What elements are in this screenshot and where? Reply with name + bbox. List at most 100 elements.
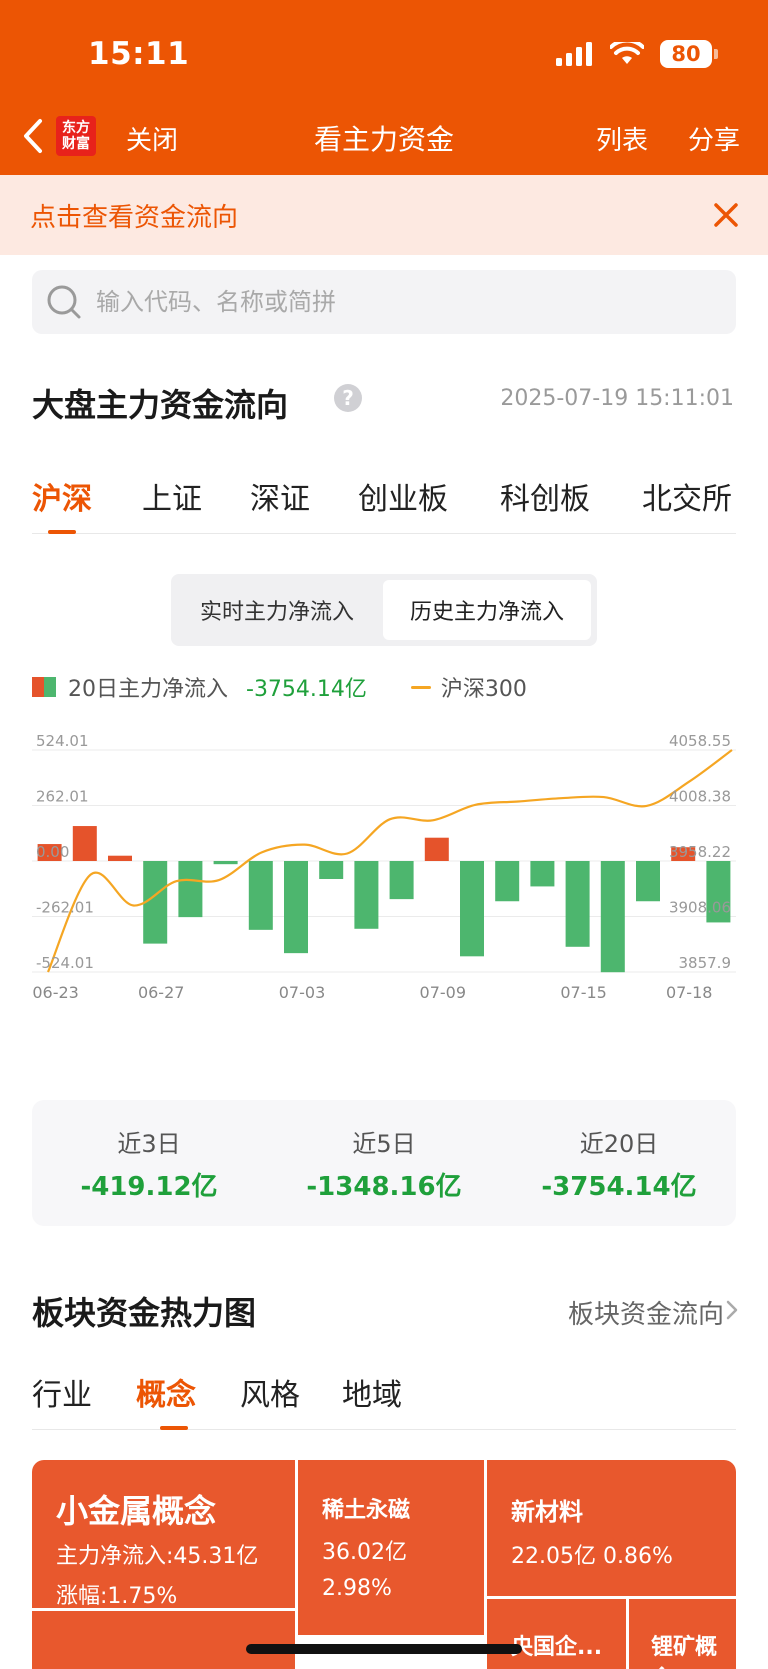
tab-hushen[interactable]: 沪深 [32,474,92,518]
chart-legend: 20日主力净流入 -3754.14亿 沪深300 [32,672,527,702]
flow-bar [284,861,308,954]
cell-name: 小金属概念 [56,1492,217,1530]
search-input[interactable] [96,270,716,334]
stat-3d: 近3日 -419.12亿 [32,1100,266,1226]
x-tick-label: 07-15 [560,983,607,1002]
stat-value: -1348.16亿 [306,1172,462,1202]
active-tab-indicator [48,530,76,534]
x-tick-label: 07-18 [666,983,713,1002]
legend-flow-label: 20日主力净流入 [68,677,228,702]
app-logo: 东方 财富 [56,116,96,156]
flow-bar [565,861,590,947]
tab-shangzheng[interactable]: 上证 [142,474,202,518]
flow-bar [178,861,203,918]
wifi-icon [610,42,644,64]
stat-label: 近20日 [579,1130,659,1158]
y-right-tick-label: 3908.06 [669,899,731,917]
close-icon[interactable] [714,203,738,227]
y-left-tick-label: 524.01 [36,732,89,750]
battery-indicator: 80 [660,40,718,68]
flow-bar [319,861,344,880]
share-button[interactable]: 分享 [688,120,740,157]
flow-bar [424,837,449,861]
flow-bar [108,855,132,861]
tab-shenzheng[interactable]: 深证 [250,474,310,518]
stat-value: -419.12亿 [80,1172,218,1202]
flow-bar [636,861,660,902]
close-link[interactable]: 关闭 [126,120,178,157]
flow-bar [213,861,238,865]
list-button[interactable]: 列表 [596,120,648,157]
y-left-tick-label: -524.01 [36,954,94,972]
flow-bar [354,861,379,929]
flow-chart[interactable]: 524.01 262.01 0.00 -262.01 -524.01 4058.55 400… [0,720,768,1070]
tab-kechuangban[interactable]: 科创板 [500,474,590,518]
index-line-swatch-icon [410,685,431,689]
flow-bar [389,861,414,900]
signal-icon [556,42,592,66]
banner-text[interactable]: 点击查看资金流向 [30,197,238,234]
sector-tabs: 行业 概念 风格 地域 [32,1370,736,1430]
help-icon[interactable]: ? [334,384,362,412]
heatmap-cell-lithium[interactable]: 锂矿概念 [629,1599,736,1669]
cell-name: 新材料 [511,1498,583,1526]
app-header: 15:11 80 东方 财富 关闭 看主力资金 列表 分享 [0,0,768,175]
notice-banner[interactable]: 点击查看资金流向 [0,175,768,255]
y-right-tick-label: 3958.22 [669,843,731,861]
page-title: 看主力资金 [313,123,454,156]
flow-bar [460,861,484,957]
x-tick-label: 07-03 [279,983,326,1002]
chevron-right-icon[interactable] [726,1300,738,1320]
y-right-tick-label: 4058.55 [669,732,731,750]
cell-name: 稀土永磁 [322,1498,411,1523]
y-right-tick-label: 3857.9 [679,954,732,972]
y-left-tick-label: 262.01 [36,788,89,806]
flow-chart-svg: 524.01 262.01 0.00 -262.01 -524.01 4058.55 400… [32,732,736,1002]
realtime-flow-button[interactable]: 实时主力净流入 [177,580,377,640]
cell-flow-change: 22.05亿 0.86% [511,1544,673,1569]
tab-chuangyeban[interactable]: 创业板 [358,474,448,518]
flow-bar [530,861,555,887]
cell-change: 2.98% [322,1576,392,1601]
tab-region[interactable]: 地域 [342,1370,402,1414]
home-indicator[interactable] [246,1644,522,1654]
heatmap-cell-small-metals[interactable]: 小金属概念 主力净流入:45.31亿 涨幅:1.75% [32,1460,295,1609]
flow-swatch-icon [32,677,56,697]
heatmap-cell-new-materials[interactable]: 新材料 22.05亿 0.86% [487,1460,736,1596]
cell-name: 锂矿概念 [651,1635,718,1669]
tab-concept[interactable]: 概念 [136,1370,196,1414]
status-time: 15:11 [88,36,190,72]
heatmap-cell-rare-earth[interactable]: 稀土永磁 36.02亿 2.98% [298,1460,484,1635]
sector-heatmap-title: 板块资金热力图 [32,1294,257,1332]
back-arrow-icon[interactable] [22,118,44,154]
y-left-tick-label: 0.00 [36,843,69,861]
x-tick-label: 06-27 [138,983,185,1002]
heatmap-cell[interactable] [32,1611,295,1669]
stat-20d: 近20日 -3754.14亿 [502,1100,736,1226]
stat-5d: 近5日 -1348.16亿 [267,1100,501,1226]
tab-style[interactable]: 风格 [240,1370,300,1414]
cell-flow: 36.02亿 [322,1540,407,1565]
y-left-tick-label: -262.01 [36,899,94,917]
stat-label: 近3日 [117,1130,181,1158]
nav-bar: 东方 财富 关闭 看主力资金 列表 分享 [0,112,768,162]
stat-value: -3754.14亿 [541,1172,697,1202]
market-flow-title: 大盘主力资金流向 [32,386,289,424]
flow-mode-toggle: 实时主力净流入 历史主力净流入 [171,574,597,646]
legend-index-label: 沪深300 [440,677,527,702]
tab-beijiaosuo[interactable]: 北交所 [642,474,732,518]
history-flow-button[interactable]: 历史主力净流入 [383,580,591,640]
search-icon [47,285,81,319]
heatmap-cell-soe[interactable]: 央国企... [487,1599,626,1669]
flow-bar [248,861,273,930]
sector-heatmap: 小金属概念 主力净流入:45.31亿 涨幅:1.75% 稀土永磁 36.02亿 … [32,1460,736,1669]
flow-bar [600,861,625,973]
flow-bar [495,861,520,902]
search-bar[interactable] [32,270,736,334]
tab-industry[interactable]: 行业 [32,1370,92,1414]
flow-bar [72,826,97,861]
sector-flow-link[interactable]: 板块资金流向 [568,1294,724,1331]
x-tick-label: 06-23 [32,983,79,1002]
period-stats: 近3日 -419.12亿 近5日 -1348.16亿 近20日 -3754.14… [32,1100,736,1226]
cell-change: 涨幅:1.75% [56,1584,178,1609]
